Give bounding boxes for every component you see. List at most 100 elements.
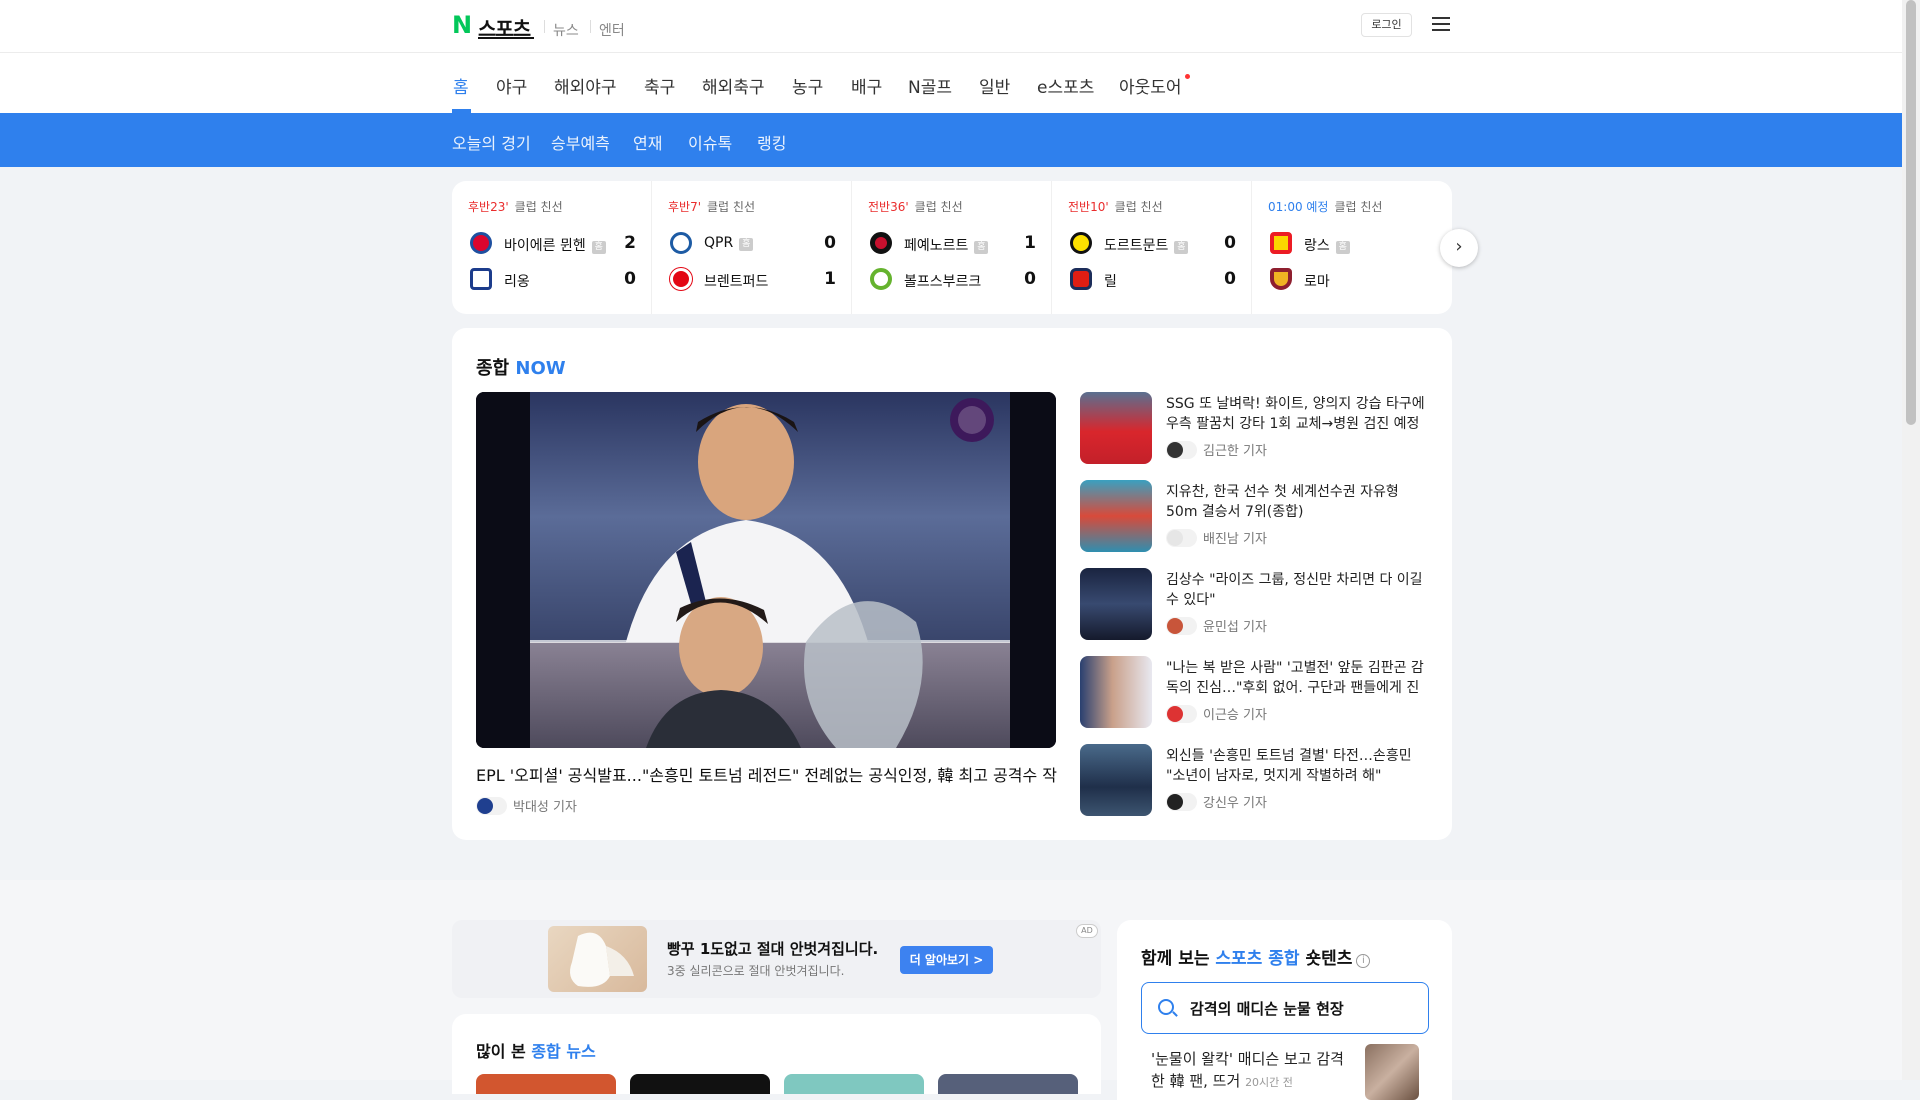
page-scrollbar[interactable]	[1902, 0, 1920, 1080]
reporter-name: 박대성 기자	[513, 800, 577, 815]
subnav-ranking[interactable]: 랭킹	[757, 130, 786, 154]
search-icon	[1158, 999, 1174, 1015]
lyon-crest-icon	[470, 268, 492, 290]
news-title[interactable]: 김상수 "라이즈 그룹, 정신만 차리면 다 이길 수 있다"	[1166, 570, 1430, 610]
popular-news-section: 많이 본 종합 뉴스	[452, 1014, 1101, 1094]
news-title[interactable]: 지유찬, 한국 선수 첫 세계선수권 자유형 50m 결승서 7위(종합)	[1166, 482, 1430, 522]
shorts-item[interactable]: '눈물이 왈칵' 매디슨 보고 감격한 韓 팬, 뜨거 20시간 전	[1151, 1048, 1351, 1094]
login-button[interactable]: 로그인	[1361, 13, 1412, 37]
team-score: 0	[1024, 269, 1036, 289]
match-status: 후반23'	[468, 200, 509, 214]
nav-item-ngolf[interactable]: N골프	[908, 73, 952, 98]
hamburger-menu-icon[interactable]	[1432, 17, 1450, 32]
hero-image[interactable]	[476, 392, 1056, 748]
match-card[interactable]: 01:00 예정 클럽 친선 랑스 홈 로마	[1252, 181, 1452, 314]
scoreboard-next-button[interactable]: ›	[1440, 229, 1478, 267]
match-card[interactable]: 전반10' 클럽 친선 도르트문트 홈 0 릴 0	[1052, 181, 1252, 314]
scrollbar-thumb[interactable]	[1906, 0, 1916, 425]
match-league: 클럽 친선	[1334, 200, 1383, 214]
naver-logo[interactable]: N	[452, 13, 473, 37]
team-row-away: 브렌트퍼드 1	[670, 267, 836, 293]
popular-title: 많이 본 종합 뉴스	[476, 1042, 596, 1061]
popular-thumbnail[interactable]	[476, 1074, 616, 1094]
hero-headline[interactable]: EPL '오피셜' 공식발표..."손흥민 토트넘 레전드" 전례없는 공식인정…	[476, 762, 1058, 786]
popular-thumbnail[interactable]	[938, 1074, 1078, 1094]
team-score: 1	[1024, 233, 1036, 253]
news-title[interactable]: "나는 복 받은 사람" '고별전' 앞둔 김판곤 감독의 진심…"후회 없어.…	[1166, 658, 1430, 698]
bayern-crest-icon	[470, 232, 492, 254]
nav-item-soccer[interactable]: 축구	[644, 73, 675, 98]
match-league: 클럽 친선	[514, 200, 563, 214]
news-title[interactable]: 외신들 '손흥민 토트넘 결별' 타전…손흥민 "소년이 남자로, 멋지게 작별…	[1166, 746, 1430, 786]
match-card[interactable]: 후반23' 클럽 친선 바이에른 뮌헨 홈 2 리옹 0	[452, 181, 652, 314]
news-item[interactable]: 지유찬, 한국 선수 첫 세계선수권 자유형 50m 결승서 7위(종합) 배진…	[1080, 480, 1430, 554]
ad-tag-badge[interactable]: AD	[1076, 924, 1098, 938]
subnav-predictions[interactable]: 승부예측	[551, 130, 610, 154]
popular-thumbnail[interactable]	[630, 1074, 770, 1094]
hero-byline: 박대성 기자	[476, 796, 577, 815]
chevron-right-icon: ›	[1455, 236, 1463, 257]
team-score: 0	[824, 233, 836, 253]
news-thumbnail	[1080, 392, 1152, 464]
team-name: 리옹	[504, 274, 530, 290]
press-logo-icon	[1166, 529, 1197, 547]
home-badge: 홈	[1335, 241, 1350, 254]
lens-crest-icon	[1270, 232, 1292, 254]
press-logo-icon	[1166, 705, 1197, 723]
nav-item-baseball[interactable]: 야구	[496, 73, 527, 98]
reporter-name: 이근승 기자	[1203, 708, 1267, 723]
nav-item-volleyball[interactable]: 배구	[851, 73, 882, 98]
home-badge: 홈	[1174, 241, 1189, 254]
ad-learn-more-button[interactable]: 더 알아보기 >	[900, 946, 993, 974]
popular-thumbnail[interactable]	[784, 1074, 924, 1094]
new-dot-badge	[1185, 74, 1190, 79]
press-logo-icon	[1166, 617, 1197, 635]
news-item[interactable]: SSG 또 날벼락! 화이트, 양의지 강습 타구에 우측 팔꿈치 강타 1회 …	[1080, 392, 1430, 466]
info-icon[interactable]: i	[1356, 954, 1371, 968]
shorts-section: 함께 보는 스포츠 종합 숏텐츠 i 감격의 매디슨 눈물 현장 '눈물이 왈칵'…	[1117, 920, 1452, 1100]
top-header: N 스포츠 뉴스 엔터 로그인	[0, 0, 1902, 53]
news-byline: 윤민섭 기자	[1166, 616, 1267, 635]
subnav-series[interactable]: 연재	[633, 130, 662, 154]
team-name: 도르트문트	[1104, 238, 1169, 254]
match-card[interactable]: 전반36' 클럽 친선 페예노르트 홈 1 볼프스부르크 0	[852, 181, 1052, 314]
news-title[interactable]: SSG 또 날벼락! 화이트, 양의지 강습 타구에 우측 팔꿈치 강타 1회 …	[1166, 394, 1430, 434]
subnav-issue-talk[interactable]: 이슈톡	[688, 130, 732, 154]
news-thumbnail	[1080, 480, 1152, 552]
nav-item-overseas-baseball[interactable]: 해외야구	[554, 73, 617, 98]
home-badge: 홈	[974, 241, 989, 254]
nav-item-basketball[interactable]: 농구	[792, 73, 823, 98]
shorts-thumbnail[interactable]	[1365, 1044, 1419, 1100]
nav-item-esports[interactable]: e스포츠	[1037, 73, 1094, 98]
nav-item-home[interactable]: 홈	[453, 73, 469, 98]
reporter-name: 윤민섭 기자	[1203, 620, 1267, 635]
news-link[interactable]: 뉴스	[553, 20, 579, 40]
news-item[interactable]: 외신들 '손흥민 토트넘 결별' 타전…손흥민 "소년이 남자로, 멋지게 작별…	[1080, 744, 1430, 818]
shorts-item-time: 20시간 전	[1245, 1076, 1293, 1089]
ad-banner[interactable]: 빵꾸 1도없고 절대 안벗겨집니다. 3중 실리콘으로 절대 안벗겨집니다. 더…	[452, 920, 1101, 998]
news-thumbnail	[1080, 568, 1152, 640]
news-item[interactable]: 김상수 "라이즈 그룹, 정신만 차리면 다 이길 수 있다" 윤민섭 기자	[1080, 568, 1430, 642]
match-league: 클럽 친선	[914, 200, 963, 214]
news-thumbnail	[1080, 656, 1152, 728]
shorts-search-box[interactable]: 감격의 매디슨 눈물 현장	[1141, 982, 1429, 1034]
subnav-today-games[interactable]: 오늘의 경기	[452, 130, 531, 154]
team-score: 1	[824, 269, 836, 289]
nav-item-general[interactable]: 일반	[979, 73, 1010, 98]
logo-underline	[478, 37, 534, 39]
news-item[interactable]: "나는 복 받은 사람" '고별전' 앞둔 김판곤 감독의 진심…"후회 없어.…	[1080, 656, 1430, 730]
nav-item-outdoor[interactable]: 아웃도어	[1119, 73, 1182, 98]
match-card[interactable]: 후반7' 클럽 친선 QPR 홈 0 브렌트퍼드 1	[652, 181, 852, 314]
nav-item-overseas-soccer[interactable]: 해외축구	[702, 73, 765, 98]
brentford-crest-icon	[670, 268, 692, 290]
press-logo-icon	[1166, 441, 1197, 459]
reporter-name: 배진남 기자	[1203, 532, 1267, 547]
dortmund-crest-icon	[1070, 232, 1092, 254]
header-divider	[544, 20, 545, 33]
match-league: 클럽 친선	[707, 200, 755, 214]
team-row-home: 랑스 홈	[1270, 231, 1436, 257]
qpr-crest-icon	[670, 232, 692, 254]
news-byline: 김근한 기자	[1166, 440, 1267, 459]
entertainment-link[interactable]: 엔터	[599, 20, 625, 40]
team-name: 페예노르트	[904, 238, 969, 254]
